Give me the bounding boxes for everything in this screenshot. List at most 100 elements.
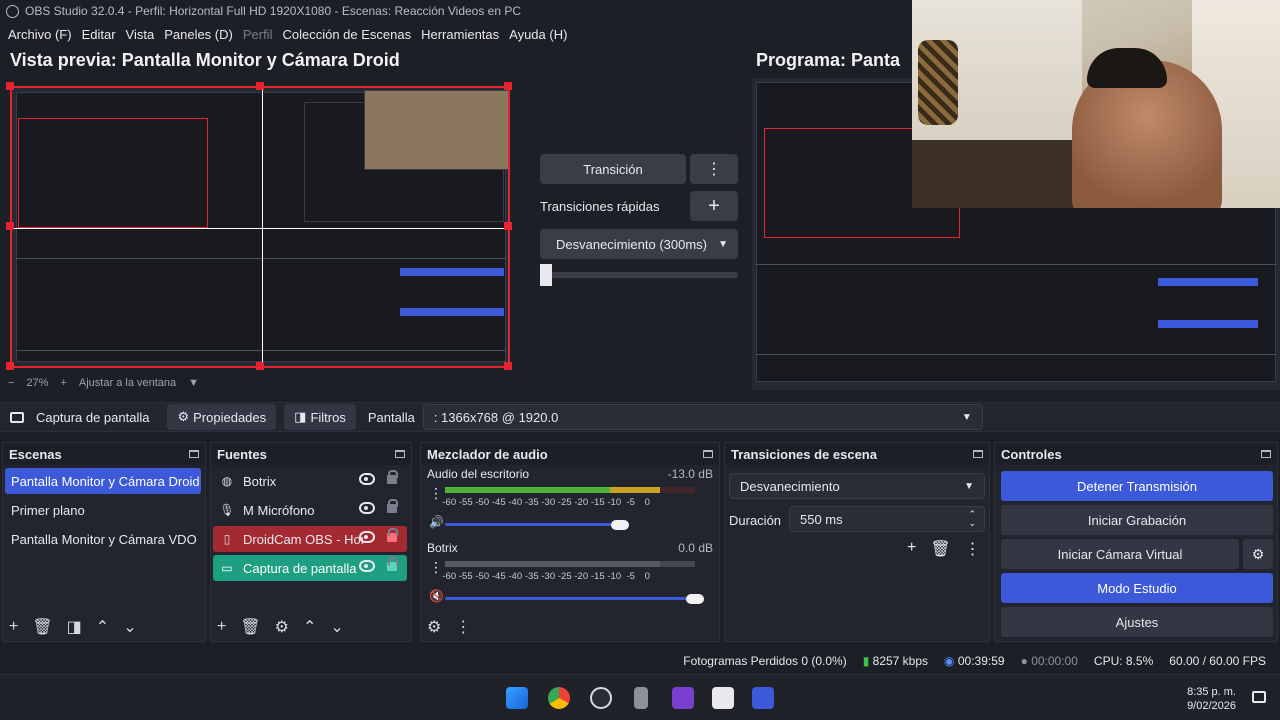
tbar-track[interactable] xyxy=(540,272,738,278)
undock-icon[interactable] xyxy=(395,450,405,458)
mic-taskbar-icon[interactable] xyxy=(634,687,648,709)
eye-icon[interactable] xyxy=(359,473,375,485)
app-x-icon[interactable] xyxy=(712,687,734,709)
chevron-down-icon[interactable]: ⌄ xyxy=(330,617,343,637)
clock-date: 9/02/2026 xyxy=(1187,700,1236,712)
add-icon[interactable]: + xyxy=(9,618,18,636)
menu-ayuda[interactable]: Ayuda (H) xyxy=(509,27,567,42)
chevron-down-icon[interactable]: ▼ xyxy=(188,377,199,389)
mixer-title: Mezclador de audio xyxy=(427,446,548,462)
eye-icon[interactable] xyxy=(359,502,375,514)
stop-stream-button[interactable]: Detener Transmisión xyxy=(1001,471,1273,501)
add-quick-transition-icon[interactable]: + xyxy=(690,191,738,221)
transition-button[interactable]: Transición xyxy=(540,154,686,184)
windows-start-icon[interactable] xyxy=(506,687,528,709)
screen-label: Pantalla xyxy=(367,409,415,425)
transition-more-icon[interactable]: ⋮ xyxy=(690,154,738,184)
quick-transition-fade[interactable]: Desvanecimiento (300ms) ▼ xyxy=(540,229,738,259)
chevron-up-icon[interactable]: ⌃ xyxy=(96,617,109,637)
mixer-settings-icon[interactable]: ⚙ xyxy=(427,617,441,637)
resize-handle-tl[interactable] xyxy=(6,82,14,90)
scene-item[interactable]: Pantalla Monitor y Cámara VDO xyxy=(5,526,201,552)
fit-to-window[interactable]: Ajustar a la ventana xyxy=(79,377,176,389)
virtual-camera-settings-icon[interactable]: ⚙ xyxy=(1243,539,1273,569)
gear-icon[interactable]: ⚙ xyxy=(275,617,289,637)
volume-slider-handle[interactable] xyxy=(686,594,704,604)
preview-nested-webcam xyxy=(364,90,508,170)
tbar-handle[interactable] xyxy=(540,264,552,286)
filters-label: Filtros xyxy=(310,409,346,425)
undock-icon[interactable] xyxy=(1261,450,1271,458)
eye-icon[interactable] xyxy=(359,531,375,543)
clapper-icon[interactable] xyxy=(672,687,694,709)
menu-perfil[interactable]: Perfil xyxy=(243,27,273,42)
chevron-down-icon[interactable]: ⌄ xyxy=(123,617,136,637)
resize-handle-b[interactable] xyxy=(256,362,264,370)
settings-button[interactable]: Ajustes xyxy=(1001,607,1273,637)
start-record-button[interactable]: Iniciar Grabación xyxy=(1001,505,1273,535)
broadcast-icon: ◉ xyxy=(944,654,955,668)
zoom-out-icon[interactable]: − xyxy=(8,377,14,389)
lock-icon[interactable] xyxy=(387,499,398,513)
properties-button[interactable]: ⚙ Propiedades xyxy=(167,404,277,430)
resize-handle-r[interactable] xyxy=(504,222,512,230)
undock-icon[interactable] xyxy=(189,450,199,458)
resize-handle-l[interactable] xyxy=(6,222,14,230)
menu-archivo[interactable]: Archivo (F) xyxy=(8,27,72,42)
undock-icon[interactable] xyxy=(703,450,713,458)
eye-icon[interactable] xyxy=(359,560,375,572)
virtual-camera-button[interactable]: Iniciar Cámara Virtual xyxy=(1001,539,1239,569)
meter-tick-label: -15 xyxy=(590,571,605,582)
add-icon[interactable]: + xyxy=(217,618,226,636)
studio-mode-button[interactable]: Modo Estudio xyxy=(1001,573,1273,603)
trash-icon[interactable]: 🗑 xyxy=(32,617,52,637)
scene-item[interactable]: Pantalla Monitor y Cámara Droid xyxy=(5,468,201,494)
chevron-up-icon[interactable]: ⌃ xyxy=(303,617,316,637)
undock-icon[interactable] xyxy=(973,450,983,458)
zoom-row: − 27% + Ajustar a la ventana ▼ xyxy=(8,377,211,389)
lock-icon[interactable] xyxy=(387,528,398,542)
resize-handle-t[interactable] xyxy=(256,82,264,90)
chrome-icon[interactable] xyxy=(548,687,570,709)
speaker-icon[interactable]: 🔊 xyxy=(429,515,444,529)
scene-filter-icon[interactable]: ◨ xyxy=(67,617,82,637)
more-icon[interactable]: ⋮ xyxy=(455,617,471,637)
resize-handle-tr[interactable] xyxy=(504,82,512,90)
filters-button[interactable]: ◨ Filtros xyxy=(284,404,356,430)
app-calendar-icon[interactable] xyxy=(752,687,774,709)
system-clock[interactable]: 8:35 p. m. 9/02/2026 xyxy=(1187,685,1236,713)
quick-transition-fade-label: Desvanecimiento (300ms) xyxy=(556,236,708,252)
muted-speaker-icon[interactable]: 🔇 xyxy=(429,589,444,603)
resize-handle-br[interactable] xyxy=(504,362,512,370)
more-icon[interactable]: ⋮ xyxy=(965,539,981,559)
add-icon[interactable]: + xyxy=(907,539,916,559)
stepper-arrows-icon[interactable]: ⌃ ⌄ xyxy=(968,510,976,528)
meter-tick-label: -5 xyxy=(626,497,635,508)
duration-stepper[interactable]: 550 ms ⌃ ⌄ xyxy=(789,506,985,532)
obs-taskbar-icon[interactable] xyxy=(590,687,612,709)
menu-coleccion-escenas[interactable]: Colección de Escenas xyxy=(282,27,411,42)
source-item[interactable]: ▯ DroidCam OBS - Hon xyxy=(213,526,407,552)
volume-slider[interactable] xyxy=(445,597,695,600)
source-item[interactable]: 🎙 M Micrófono xyxy=(213,497,407,523)
transition-select[interactable]: Desvanecimiento ▼ xyxy=(729,473,985,499)
source-item[interactable]: ◍ Botrix xyxy=(213,468,407,494)
notifications-icon[interactable] xyxy=(1252,691,1266,703)
lock-icon[interactable] xyxy=(387,470,398,484)
scene-item[interactable]: Primer plano xyxy=(5,497,201,523)
audio-mixer-dock: Mezclador de audio Audio del escritorio -… xyxy=(420,442,720,642)
preview-canvas[interactable] xyxy=(10,86,510,368)
menu-paneles[interactable]: Paneles (D) xyxy=(164,27,233,42)
source-item[interactable]: ▭ Captura de pantalla xyxy=(213,555,407,581)
trash-icon[interactable]: 🗑 xyxy=(240,617,260,637)
menu-editar[interactable]: Editar xyxy=(82,27,116,42)
menu-vista[interactable]: Vista xyxy=(126,27,155,42)
volume-slider-handle[interactable] xyxy=(611,520,629,530)
menu-herramientas[interactable]: Herramientas xyxy=(421,27,499,42)
resize-handle-bl[interactable] xyxy=(6,362,14,370)
volume-slider[interactable] xyxy=(445,523,620,526)
screen-select[interactable]: : 1366x768 @ 1920.0 ▼ xyxy=(422,404,983,430)
trash-icon[interactable]: 🗑 xyxy=(930,539,950,559)
zoom-in-icon[interactable]: + xyxy=(60,377,66,389)
lock-icon[interactable] xyxy=(387,557,398,571)
